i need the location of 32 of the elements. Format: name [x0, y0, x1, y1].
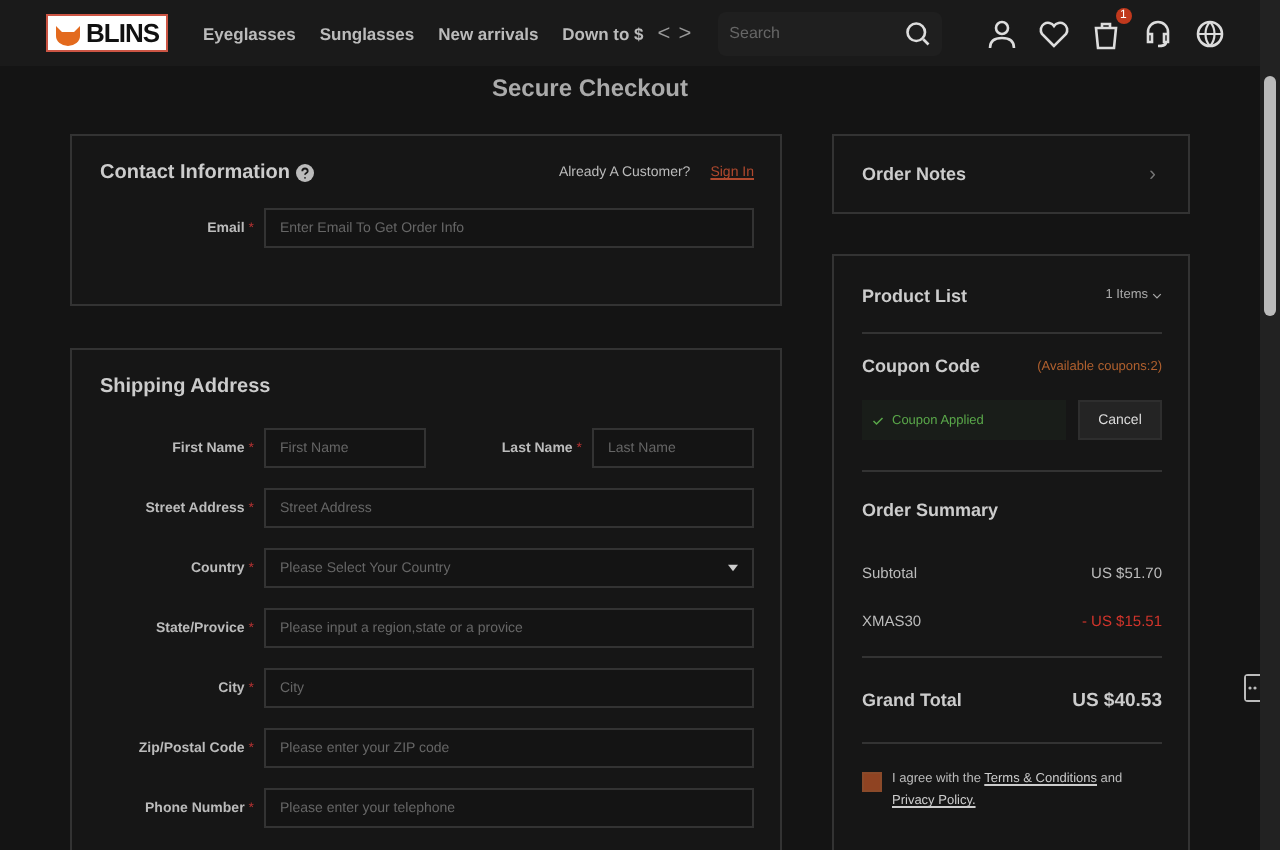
section-title: Contact Information [100, 162, 290, 184]
search-icon[interactable] [903, 19, 932, 47]
next-button[interactable]: > [676, 21, 694, 45]
search-field[interactable]: Search [717, 11, 942, 55]
check-icon [872, 415, 884, 425]
site-logo[interactable]: BLINS [46, 14, 167, 52]
headset-icon[interactable] [1141, 17, 1174, 49]
nav-link[interactable]: New arrivals [438, 23, 539, 43]
section-title: Order Notes [862, 164, 967, 184]
nav-link[interactable]: Sunglasses [319, 23, 415, 43]
agree-checkbox[interactable] [862, 772, 882, 792]
nav-link[interactable]: Down to $ [562, 23, 644, 43]
section-title: Coupon Code [862, 356, 980, 376]
user-icon[interactable] [985, 17, 1018, 49]
nav-link[interactable]: Eyeglasses [203, 23, 296, 43]
section-title: Product List [862, 285, 968, 305]
caret-icon [728, 564, 738, 572]
total-label: Grand Total [862, 690, 962, 710]
feedback-tab-icon[interactable] [1244, 674, 1260, 702]
section-title: Shipping Address [100, 376, 273, 398]
section-title: Order Summary [862, 500, 999, 520]
previous-button[interactable]: < [655, 21, 673, 45]
chevron-icon [1152, 291, 1162, 299]
bag-icon[interactable] [1089, 17, 1122, 49]
chevron-icon: › [1149, 163, 1162, 185]
page-title: Secure Checkout [489, 72, 691, 98]
heart-icon[interactable] [1037, 17, 1070, 49]
total-value: US $40.53 [1072, 689, 1162, 711]
order-notes-card[interactable]: Order Notes › [832, 134, 1190, 214]
scrollbar[interactable] [1260, 0, 1280, 850]
globe-icon[interactable] [1193, 17, 1226, 49]
help-icon[interactable] [296, 164, 314, 182]
